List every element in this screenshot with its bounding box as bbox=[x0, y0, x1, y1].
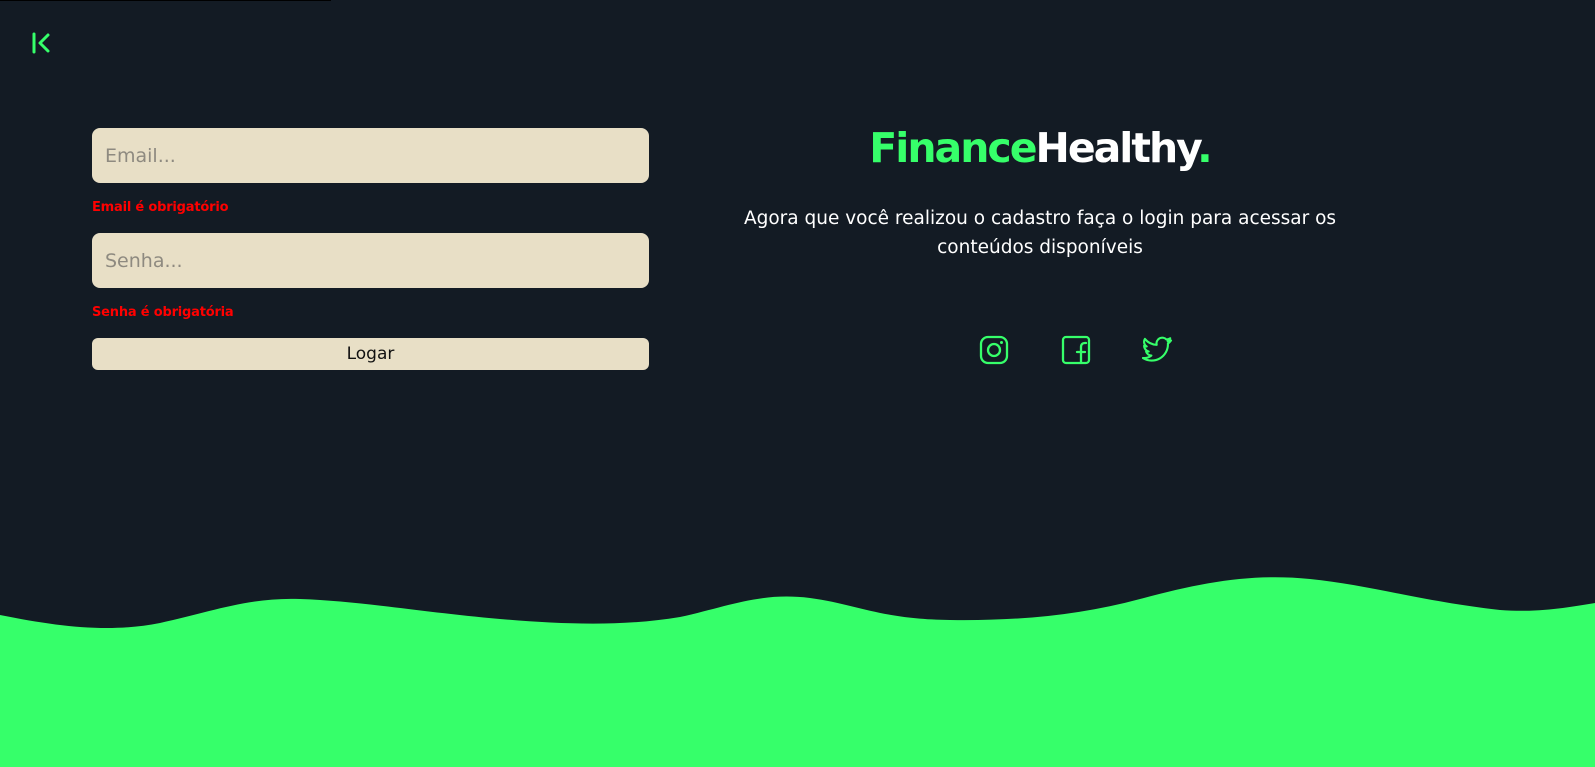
twitter-link[interactable] bbox=[1142, 334, 1174, 366]
green-wave-decoration bbox=[0, 577, 1595, 767]
brand-logo: FinanceHealthy. bbox=[740, 124, 1340, 172]
login-form: Email é obrigatório Senha é obrigatória … bbox=[92, 128, 649, 370]
facebook-link[interactable] bbox=[1060, 334, 1092, 366]
email-error-message: Email é obrigatório bbox=[92, 200, 229, 215]
brand-part-healthy: Healthy bbox=[1035, 124, 1200, 172]
top-progress-line bbox=[0, 0, 331, 1]
facebook-icon bbox=[1061, 335, 1091, 365]
tagline: Agora que você realizou o cadastro faça … bbox=[743, 208, 1337, 258]
email-input[interactable] bbox=[92, 128, 649, 183]
twitter-icon bbox=[1142, 336, 1173, 362]
password-input[interactable] bbox=[92, 233, 649, 288]
instagram-icon bbox=[979, 335, 1009, 365]
brand-dot: . bbox=[1197, 124, 1213, 172]
brand-part-finance: Finance bbox=[869, 124, 1037, 172]
chevron-left-bar-icon bbox=[32, 32, 50, 54]
instagram-link[interactable] bbox=[978, 334, 1010, 366]
social-links bbox=[978, 334, 1174, 366]
login-button[interactable]: Logar bbox=[92, 338, 649, 370]
back-button[interactable] bbox=[28, 30, 54, 56]
password-error-message: Senha é obrigatória bbox=[92, 305, 234, 320]
login-page: Email é obrigatório Senha é obrigatória … bbox=[0, 0, 1595, 767]
